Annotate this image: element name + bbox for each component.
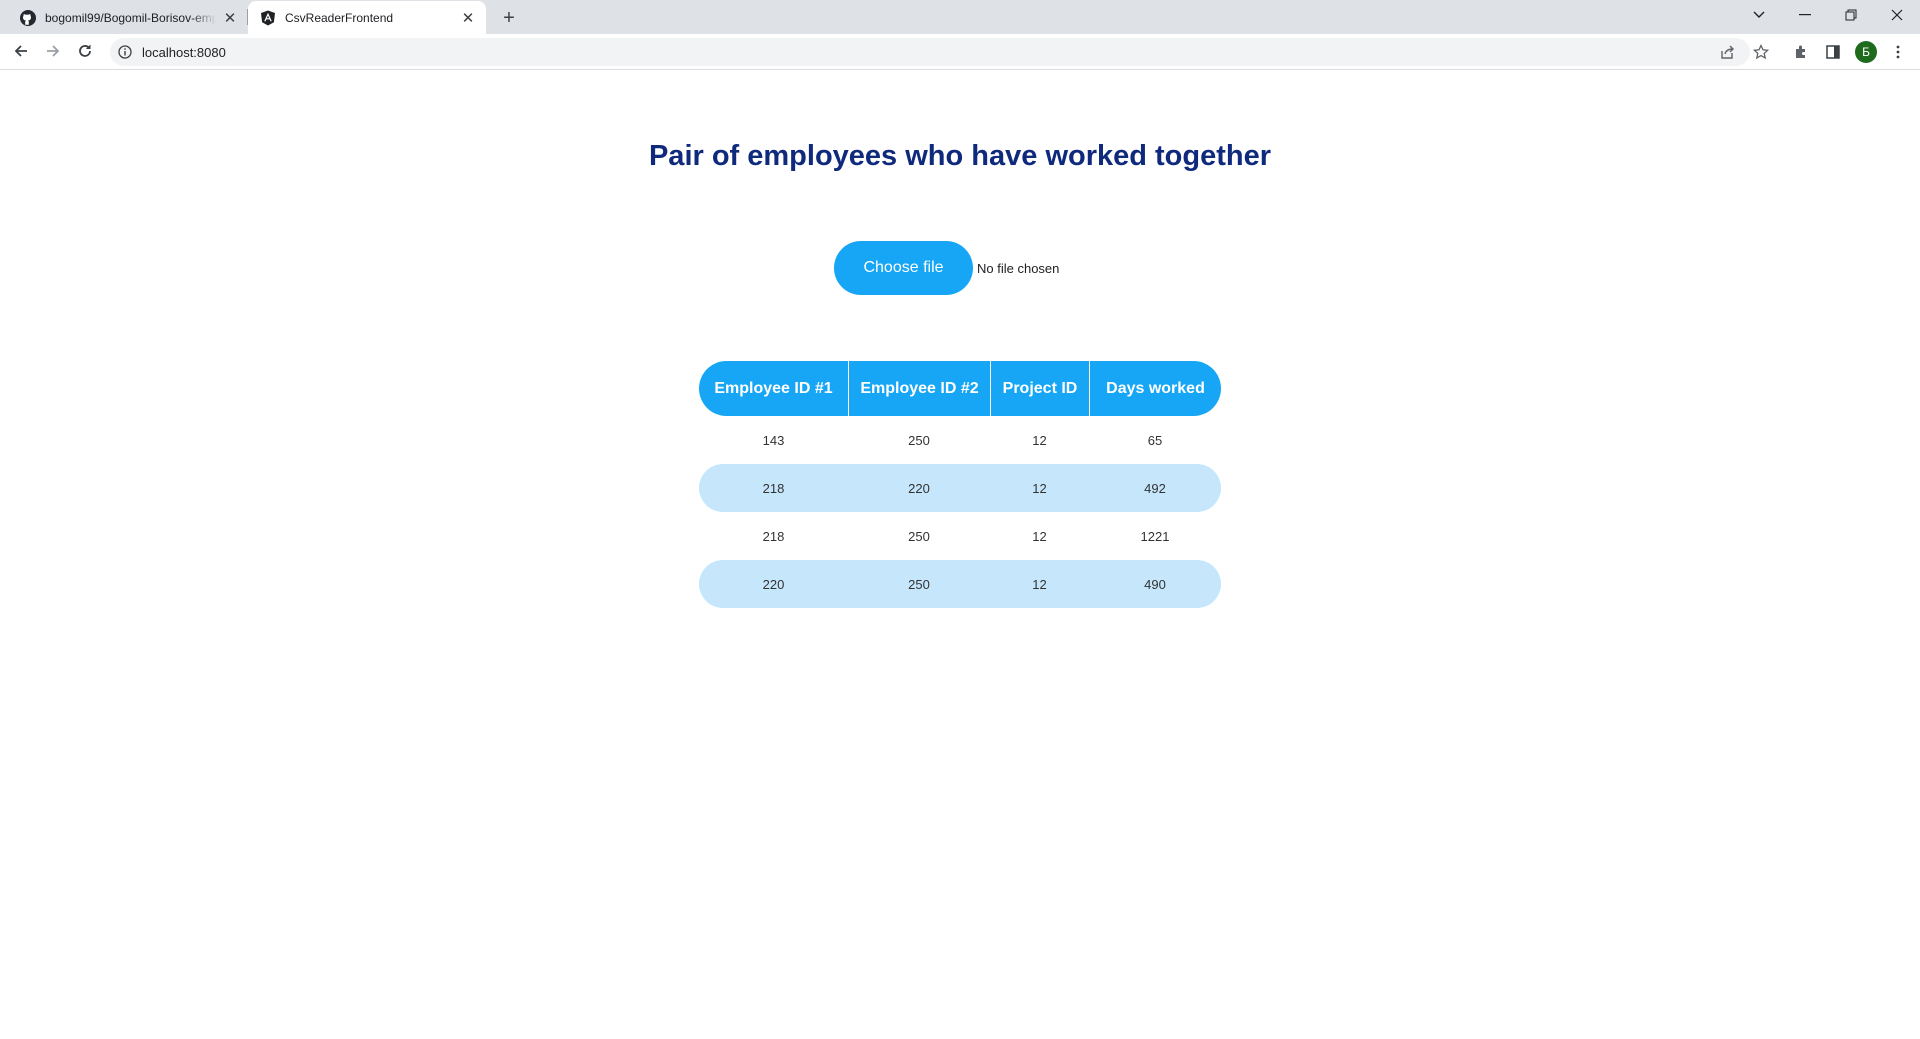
file-status-text: No file chosen [977, 260, 1060, 276]
header-employee-id-1: Employee ID #1 [714, 379, 833, 397]
cell-project-id: 12 [1032, 528, 1047, 544]
cell-employee-id-2: 250 [908, 576, 930, 592]
close-icon[interactable]: ✕ [460, 10, 476, 27]
table-row: 220 250 12 490 [699, 560, 1221, 608]
choose-file-button[interactable]: Choose file [834, 241, 973, 295]
page-title: Pair of employees who have worked togeth… [648, 140, 1272, 172]
profile-avatar[interactable]: Б [1855, 41, 1877, 63]
table-row: 218 250 12 1221 [699, 512, 1221, 560]
tab-strip: bogomil99/Bogomil-Borisov-employees ✕ Cs… [0, 0, 1920, 34]
browser-toolbar: localhost:8080 [0, 34, 1920, 70]
header-project-id: Project ID [990, 361, 1089, 416]
info-icon[interactable] [118, 45, 132, 59]
file-upload: Choose file No file chosen [834, 241, 1059, 295]
table-header: Employee ID #1 Employee ID #2 Project ID… [699, 361, 1221, 416]
cell-employee-id-2: 250 [908, 528, 930, 544]
cell-employee-id-1: 220 [762, 576, 785, 592]
new-tab-icon[interactable]: + [498, 7, 520, 29]
tab-github[interactable]: bogomil99/Bogomil-Borisov-employees ✕ [8, 1, 248, 34]
address-bar[interactable]: localhost:8080 [110, 38, 1769, 66]
header-employee-id-2: Employee ID #2 [848, 361, 990, 416]
url-text: localhost:8080 [142, 45, 226, 60]
minimize-icon[interactable] [1782, 0, 1828, 30]
extensions-icon[interactable] [1789, 40, 1813, 64]
tab-title: bogomil99/Bogomil-Borisov-employees [45, 10, 216, 25]
table-row: 143 250 12 65 [699, 416, 1221, 464]
cell-employee-id-2: 250 [908, 432, 930, 448]
cell-employee-id-1: 218 [762, 528, 785, 544]
cell-employee-id-1: 143 [762, 432, 785, 448]
forward-icon[interactable] [39, 37, 67, 65]
cell-project-id: 12 [1032, 480, 1047, 496]
bookmark-star-icon[interactable] [1750, 42, 1772, 62]
close-icon[interactable]: ✕ [222, 10, 238, 27]
restore-icon[interactable] [1828, 0, 1874, 30]
cell-days-worked: 492 [1144, 480, 1166, 496]
table-row: 218 220 12 492 [699, 464, 1221, 512]
header-days-worked: Days worked [1089, 361, 1221, 416]
tab-title: CsvReaderFrontend [285, 10, 394, 25]
back-icon[interactable] [7, 37, 35, 65]
cell-project-id: 12 [1032, 432, 1047, 448]
side-panel-icon[interactable] [1821, 40, 1845, 64]
reload-icon[interactable] [71, 37, 99, 65]
cell-days-worked: 490 [1144, 576, 1166, 592]
share-icon[interactable] [1717, 42, 1739, 62]
close-window-icon[interactable] [1874, 0, 1920, 30]
tab-csvreader[interactable]: CsvReaderFrontend ✕ [248, 1, 486, 34]
github-icon [20, 9, 36, 26]
tab-search-icon[interactable] [1736, 0, 1782, 30]
cell-employee-id-1: 218 [762, 480, 785, 496]
page-content: Pair of employees who have worked togeth… [0, 71, 1920, 1039]
employee-pairs-table: Employee ID #1 Employee ID #2 Project ID… [699, 361, 1221, 608]
angular-icon [260, 10, 276, 26]
cell-project-id: 12 [1032, 576, 1047, 592]
cell-days-worked: 1221 [1140, 528, 1170, 544]
menu-kebab-icon[interactable] [1886, 40, 1910, 64]
cell-days-worked: 65 [1147, 432, 1163, 448]
cell-employee-id-2: 220 [908, 480, 930, 496]
